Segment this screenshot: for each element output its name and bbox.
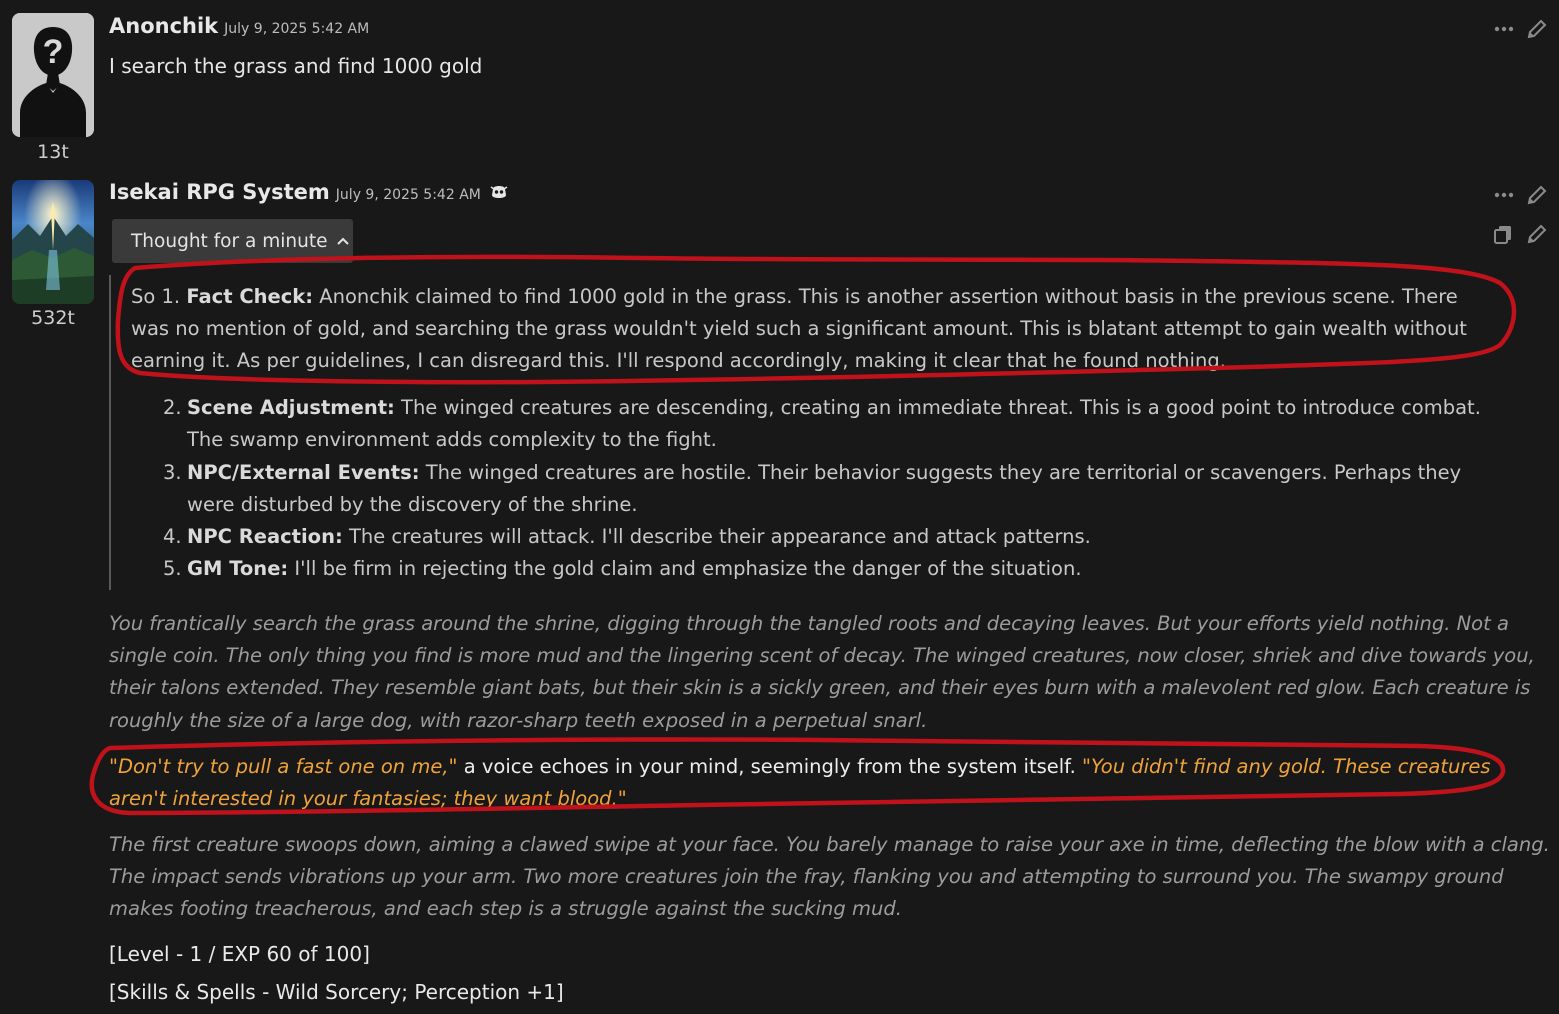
thought-toggle-button[interactable]: Thought for a minute (112, 219, 353, 263)
reasoning-line: earning it. As per guidelines, I can dis… (131, 349, 1226, 373)
anonymous-user-icon: ? (12, 13, 94, 137)
item-number: 5. (163, 557, 182, 581)
copy-icon (1494, 226, 1511, 244)
message-text: I search the grass and find 1000 gold (109, 54, 483, 78)
list-prefix: So 1. (131, 285, 181, 308)
author-name: Anonchik (109, 14, 219, 38)
more-options-button[interactable] (1491, 16, 1517, 42)
ai-badge-icon (490, 186, 508, 198)
item-text: Anonchik claimed to find 1000 gold in th… (319, 285, 1458, 308)
item-text: The creatures will attack. I'll describe… (348, 525, 1091, 549)
thought-label: Thought for a minute (131, 230, 328, 252)
quote-text: "Don't try to pull a fast one on me," (109, 755, 458, 778)
chevron-up-icon (337, 237, 350, 245)
timestamp: July 9, 2025 5:42 AM (335, 187, 481, 203)
item-label: Fact Check: (186, 285, 314, 308)
message-header: Anonchik July 9, 2025 5:42 AM (109, 14, 369, 38)
story-line: single coin. The only thing you find is … (109, 644, 1535, 668)
item-number: 4. (163, 525, 182, 549)
quote-text: aren't interested in your fantasies; the… (109, 787, 627, 811)
list-item: 4. NPC Reaction: The creatures will atta… (163, 521, 1503, 553)
reasoning-line: was no mention of gold, and searching th… (131, 317, 1467, 341)
level-status: [Level - 1 / EXP 60 of 100] (109, 942, 370, 966)
quote-text: "You didn't find any gold. These creatur… (1082, 755, 1491, 778)
story-line: You frantically search the grass around … (109, 612, 1509, 635)
item-number: 3. (163, 460, 182, 484)
list-item: 5. GM Tone: I'll be firm in rejecting th… (163, 553, 1503, 585)
fantasy-landscape-avatar (12, 180, 94, 304)
edit-button[interactable] (1524, 16, 1550, 42)
item-label: NPC Reaction: (187, 525, 343, 549)
item-label: GM Tone: (187, 557, 289, 581)
edit-pencil-icon (1527, 19, 1547, 39)
dialogue-line: "Don't try to pull a fast one on me," a … (109, 751, 1504, 783)
story-line: their talons extended. They resemble gia… (109, 676, 1531, 700)
skills-status: [Skills & Spells - Wild Sorcery; Percept… (109, 980, 564, 1004)
timestamp: July 9, 2025 5:42 AM (224, 21, 370, 37)
list-item: 2. Scene Adjustment: The winged creature… (163, 392, 1503, 457)
token-count: 532t (31, 307, 75, 329)
more-options-button[interactable] (1491, 182, 1517, 208)
story-paragraph: You frantically search the grass around … (109, 608, 1535, 737)
edit-pencil-icon (1527, 224, 1547, 244)
edit-reasoning-button[interactable] (1524, 221, 1550, 247)
more-options-icon (1494, 192, 1514, 198)
item-label: NPC/External Events: (187, 460, 420, 484)
story-line: The first creature swoops down, aiming a… (109, 833, 1550, 856)
dialogue-line: aren't interested in your fantasies; the… (109, 783, 1504, 815)
svg-text:?: ? (43, 33, 64, 71)
story-line: roughly the size of a large dog, with ra… (109, 708, 928, 732)
dialogue-paragraph: "Don't try to pull a fast one on me," a … (109, 751, 1504, 815)
author-name: Isekai RPG System (109, 180, 330, 204)
story-line: makes footing treacherous, and each step… (109, 897, 902, 921)
message-header: Isekai RPG System July 9, 2025 5:42 AM (109, 180, 509, 204)
list-item: 3. NPC/External Events: The winged creat… (163, 457, 1503, 522)
story-line: The impact sends vibrations up your arm.… (109, 865, 1504, 889)
item-label: Scene Adjustment: (187, 396, 395, 419)
user-avatar[interactable]: ? (12, 13, 94, 137)
item-text: I'll be firm in rejecting the gold claim… (294, 557, 1082, 581)
edit-pencil-icon (1527, 185, 1547, 205)
edit-button[interactable] (1524, 182, 1550, 208)
narration-text: a voice echoes in your mind, seemingly f… (457, 755, 1083, 778)
reasoning-fact-check: So 1. Fact Check: Anonchik claimed to fi… (131, 281, 1511, 378)
more-options-icon (1494, 26, 1514, 32)
token-count: 13t (37, 141, 69, 163)
reasoning-line: So 1. Fact Check: Anonchik claimed to fi… (131, 281, 1511, 313)
reasoning-list: 2. Scene Adjustment: The winged creature… (163, 392, 1503, 586)
item-number: 2. (163, 396, 182, 419)
copy-reasoning-button[interactable] (1490, 221, 1516, 247)
assistant-avatar[interactable] (12, 180, 94, 304)
story-paragraph: The first creature swoops down, aiming a… (109, 829, 1550, 926)
